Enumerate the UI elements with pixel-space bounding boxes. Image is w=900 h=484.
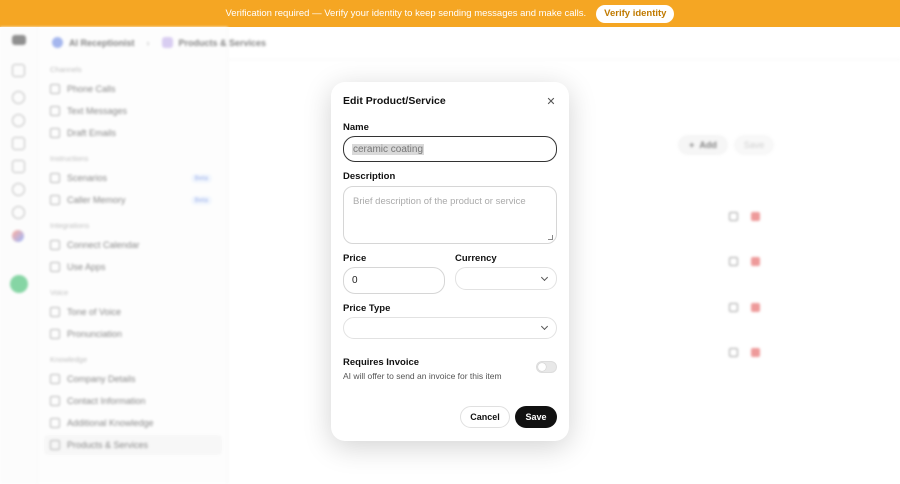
verify-identity-button[interactable]: Verify identity — [596, 4, 675, 23]
requires-invoice-label: Requires Invoice — [343, 357, 420, 368]
toggle-knob — [538, 363, 546, 371]
name-input[interactable]: ceramic coating — [343, 136, 557, 162]
price-value: 0 — [352, 275, 358, 286]
verification-banner: Verification required — Verify your iden… — [0, 0, 900, 27]
description-label: Description — [343, 171, 396, 182]
requires-invoice-help: AI will offer to send an invoice for thi… — [343, 371, 502, 381]
resize-handle-icon[interactable] — [548, 235, 553, 240]
currency-label: Currency — [455, 253, 497, 264]
name-label: Name — [343, 122, 369, 133]
cancel-button[interactable]: Cancel — [460, 406, 510, 428]
price-type-label: Price Type — [343, 303, 391, 314]
description-placeholder: Brief description of the product or serv… — [353, 196, 526, 207]
price-label: Price — [343, 253, 367, 264]
modal-title: Edit Product/Service — [343, 95, 446, 107]
save-button[interactable]: Save — [515, 406, 557, 428]
price-type-select[interactable] — [343, 317, 557, 339]
price-input[interactable]: 0 — [343, 267, 445, 294]
edit-product-modal: Edit Product/Service ✕ Name ceramic coat… — [331, 82, 569, 441]
chevron-down-icon — [540, 322, 549, 331]
description-textarea[interactable]: Brief description of the product or serv… — [343, 186, 557, 244]
chevron-down-icon — [540, 273, 549, 281]
close-icon[interactable]: ✕ — [544, 95, 558, 109]
currency-select[interactable] — [455, 267, 557, 290]
requires-invoice-toggle[interactable] — [536, 361, 557, 373]
name-value: ceramic coating — [352, 143, 425, 155]
banner-message: Verification required — Verify your iden… — [225, 8, 587, 19]
